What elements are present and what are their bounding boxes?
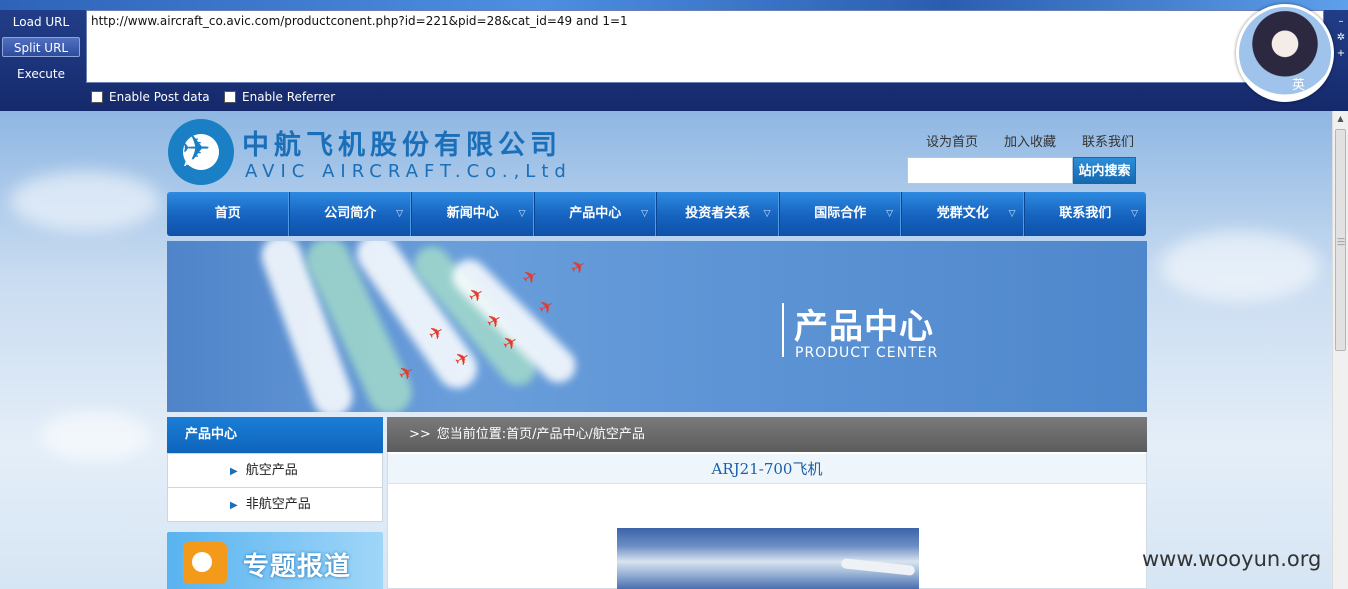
breadcrumb-text: 您当前位置:首页/产品中心/航空产品 [436,427,645,442]
side-icons: – ✲ + [1334,14,1348,62]
hackbar-toolbar: Load URL Split URL Execute Enable Post d… [0,0,1348,111]
company-name-en: AVIC AIRCRAFT.Co.,Ltd [245,161,572,182]
logo-emblem-text: AVIC [184,159,212,169]
banner-title-cn: 产品中心 [794,307,934,347]
chevron-down-icon: ▽ [763,209,771,219]
user-avatar[interactable]: 英 [1236,4,1334,102]
banner-divider [782,303,784,357]
sidebar-item-label: 航空产品 [245,463,298,478]
nav-item-label: 党群文化 [936,206,989,221]
plus-icon[interactable]: + [1334,46,1348,62]
aircraft-image [840,558,916,576]
watermark: www.wooyun.org [1142,547,1322,571]
chevron-down-icon: ▽ [641,209,648,219]
grip-icon: — — — [1337,234,1345,249]
split-url-button[interactable]: Split URL [2,37,80,57]
checkbox-box[interactable] [224,91,236,103]
nav-item-about[interactable]: 公司简介 ▽ [290,192,412,236]
product-content: ARJ21-700飞机 [387,452,1147,589]
banner-title-en: PRODUCT CENTER [795,345,939,361]
special-report-banner[interactable]: 专题报道 [167,532,383,589]
nav-item-label: 公司简介 [324,206,377,221]
company-name-cn: 中航飞机股份有限公司 [242,130,562,161]
nav-item-home[interactable]: 首页 [167,192,290,236]
nav-item-label: 首页 [214,206,241,221]
site-search-input[interactable] [907,157,1073,184]
nav-item-investors[interactable]: 投资者关系 ▽ [657,192,780,236]
execute-button[interactable]: Execute [2,64,80,84]
product-title: ARJ21-700飞机 [388,454,1146,484]
checkbox-box[interactable] [91,91,103,103]
contact-us-link[interactable]: 联系我们 [1082,131,1134,150]
vertical-scrollbar[interactable]: ▲ — — — [1332,111,1348,589]
nav-item-products[interactable]: 产品中心 ▽ [535,192,657,236]
nav-item-label: 国际合作 [814,206,867,221]
sidebar-item-non-aviation-products[interactable]: ▶ 非航空产品 [167,487,383,522]
nav-item-news[interactable]: 新闻中心 ▽ [412,192,535,236]
enable-referrer-label: Enable Referrer [242,90,336,104]
nav-item-label: 产品中心 [569,206,622,221]
sidebar-heading: 产品中心 [167,417,383,453]
chevron-down-icon: ▽ [396,209,403,219]
double-chevron-icon: >> [409,427,431,442]
avic-logo-emblem[interactable]: ✈ AVIC [168,119,234,185]
main-nav: 首页 公司简介 ▽ 新闻中心 ▽ 产品中心 ▽ 投资者关系 ▽ 国际合作 ▽ 党群文化 ▽ … [167,192,1146,236]
chevron-down-icon: ▽ [1008,209,1016,219]
gear-icon[interactable]: ✲ [1334,30,1348,46]
enable-referrer-checkbox[interactable]: Enable Referrer [224,90,335,104]
jet-icon: ✈ [566,254,591,281]
nav-item-culture[interactable]: 党群文化 ▽ [902,192,1025,236]
video-camera-icon [183,542,227,584]
url-input[interactable] [86,10,1324,83]
cloud-decoration [1160,231,1320,301]
chevron-down-icon: ▽ [518,209,526,219]
jet-icon: ✈ [518,264,543,291]
load-url-button[interactable]: Load URL [2,12,80,32]
hackbar-top-strip [0,0,1348,10]
nav-item-label: 新闻中心 [446,206,499,221]
chevron-down-icon: ▽ [1131,209,1138,219]
special-report-text: 专题报道 [243,552,352,582]
ime-badge: 英 [1291,78,1305,93]
chevron-down-icon: ▽ [886,209,893,219]
breadcrumb: >> 您当前位置:首页/产品中心/航空产品 [387,417,1147,452]
product-photo [617,528,919,589]
site-search-button[interactable]: 站内搜索 [1073,157,1136,184]
minus-icon[interactable]: – [1334,14,1348,30]
nav-item-contact[interactable]: 联系我们 ▽ [1025,192,1147,236]
nav-item-international[interactable]: 国际合作 ▽ [780,192,902,236]
set-homepage-link[interactable]: 设为首页 [926,131,978,150]
add-favorite-link[interactable]: 加入收藏 [1004,131,1056,150]
sidebar-item-aviation-products[interactable]: ▶ 航空产品 [167,453,383,488]
sidebar-item-label: 非航空产品 [245,497,311,512]
cloud-decoration [40,411,150,461]
product-center-banner: ✈ ✈ ✈ ✈ ✈ ✈ ✈ ✈ ✈ 产品中心 PRODUCT CENTER [167,241,1147,412]
triangle-right-icon: ▶ [230,500,238,511]
cloud-decoration [10,171,160,231]
enable-post-data-label: Enable Post data [109,90,210,104]
jet-icon: ✈ [534,294,559,321]
nav-item-label: 投资者关系 [685,206,751,221]
scroll-up-icon[interactable]: ▲ [1333,111,1348,127]
nav-item-label: 联系我们 [1059,206,1112,221]
triangle-right-icon: ▶ [230,466,238,477]
web-page: ✈ AVIC 中航飞机股份有限公司 AVIC AIRCRAFT.Co.,Ltd … [0,111,1332,589]
enable-post-data-checkbox[interactable]: Enable Post data [91,90,210,104]
